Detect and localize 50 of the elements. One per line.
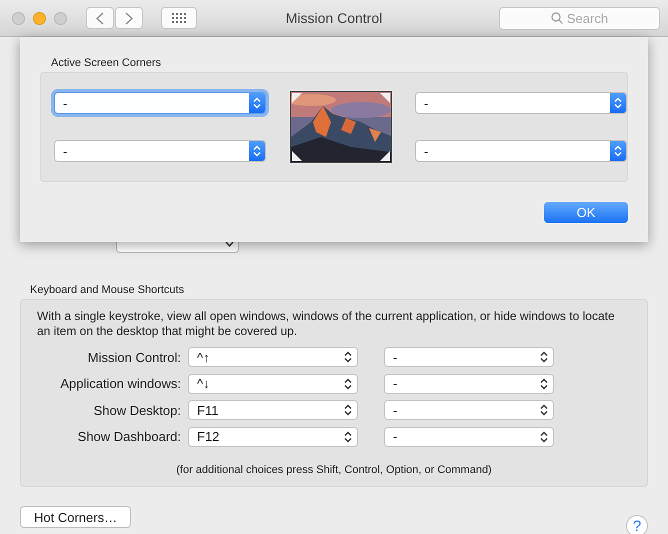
shortcut-label: Mission Control: — [86, 350, 182, 365]
description-text: With a single keystroke, view all open windows, windows of the current application, or hide windows to locate an item on the desktop that might be covered up. — [37, 309, 616, 339]
chevron-icon — [540, 378, 548, 390]
back-button[interactable] — [86, 7, 114, 29]
zoom-icon[interactable] — [54, 12, 67, 24]
chevron-icon — [344, 378, 352, 390]
grid-button[interactable] — [161, 7, 197, 29]
keyboard-shortcut-popup[interactable]: F11 — [188, 400, 358, 420]
chevron-icon — [540, 351, 548, 364]
chevron-icon — [614, 97, 622, 109]
help-button[interactable]: ? — [626, 515, 648, 534]
window-title: Mission Control — [286, 10, 382, 26]
close-icon[interactable] — [12, 12, 25, 24]
corner-popup[interactable]: - — [54, 140, 266, 162]
shortcut-label: Application windows: — [59, 376, 182, 392]
mouse-shortcut-popup[interactable]: - — [384, 426, 554, 447]
forward-icon — [125, 12, 133, 24]
corner-marker-icon — [380, 151, 390, 161]
corner-marker-icon — [292, 151, 302, 161]
hint-text: (for additional choices press Shift, Control, Option, or Command) — [175, 464, 493, 476]
chevron-icon — [344, 404, 352, 416]
keyboard-shortcut-popup[interactable]: ^↑ — [188, 347, 358, 368]
chevron-icon — [540, 404, 548, 416]
minimize-icon[interactable] — [33, 12, 46, 24]
corner-popup[interactable]: - — [54, 92, 266, 114]
chevron-icon — [253, 97, 261, 109]
back-icon — [96, 12, 104, 24]
corner-marker-icon — [380, 93, 390, 103]
chevron-icon — [344, 430, 352, 443]
mouse-shortcut-popup[interactable]: - — [384, 374, 554, 394]
corner-popup[interactable]: - — [415, 92, 627, 114]
mouse-shortcut-popup[interactable]: - — [384, 400, 554, 420]
grid-icon — [172, 13, 186, 23]
keyboard-shortcut-popup[interactable]: ^↓ — [188, 374, 358, 394]
search-icon — [550, 12, 563, 24]
shortcut-label: Show Desktop: — [92, 402, 182, 418]
chevron-icon — [344, 351, 352, 364]
chevron-icon — [614, 145, 622, 157]
shortcut-label: Show Dashboard: — [76, 429, 182, 444]
chevron-icon — [225, 241, 234, 247]
corner-marker-icon — [292, 93, 302, 103]
chevron-icon — [540, 430, 548, 443]
hot-corners-button[interactable]: Hot Corners… — [20, 506, 132, 528]
mouse-shortcut-popup[interactable]: - — [384, 347, 554, 368]
keyboard-shortcut-popup[interactable]: F12 — [188, 426, 358, 447]
forward-button[interactable] — [115, 7, 143, 29]
corner-popup[interactable]: - — [415, 140, 627, 162]
section-title: Keyboard and Mouse Shortcuts — [30, 284, 186, 296]
chevron-icon — [253, 145, 261, 157]
section-title: Active Screen Corners — [51, 57, 162, 69]
